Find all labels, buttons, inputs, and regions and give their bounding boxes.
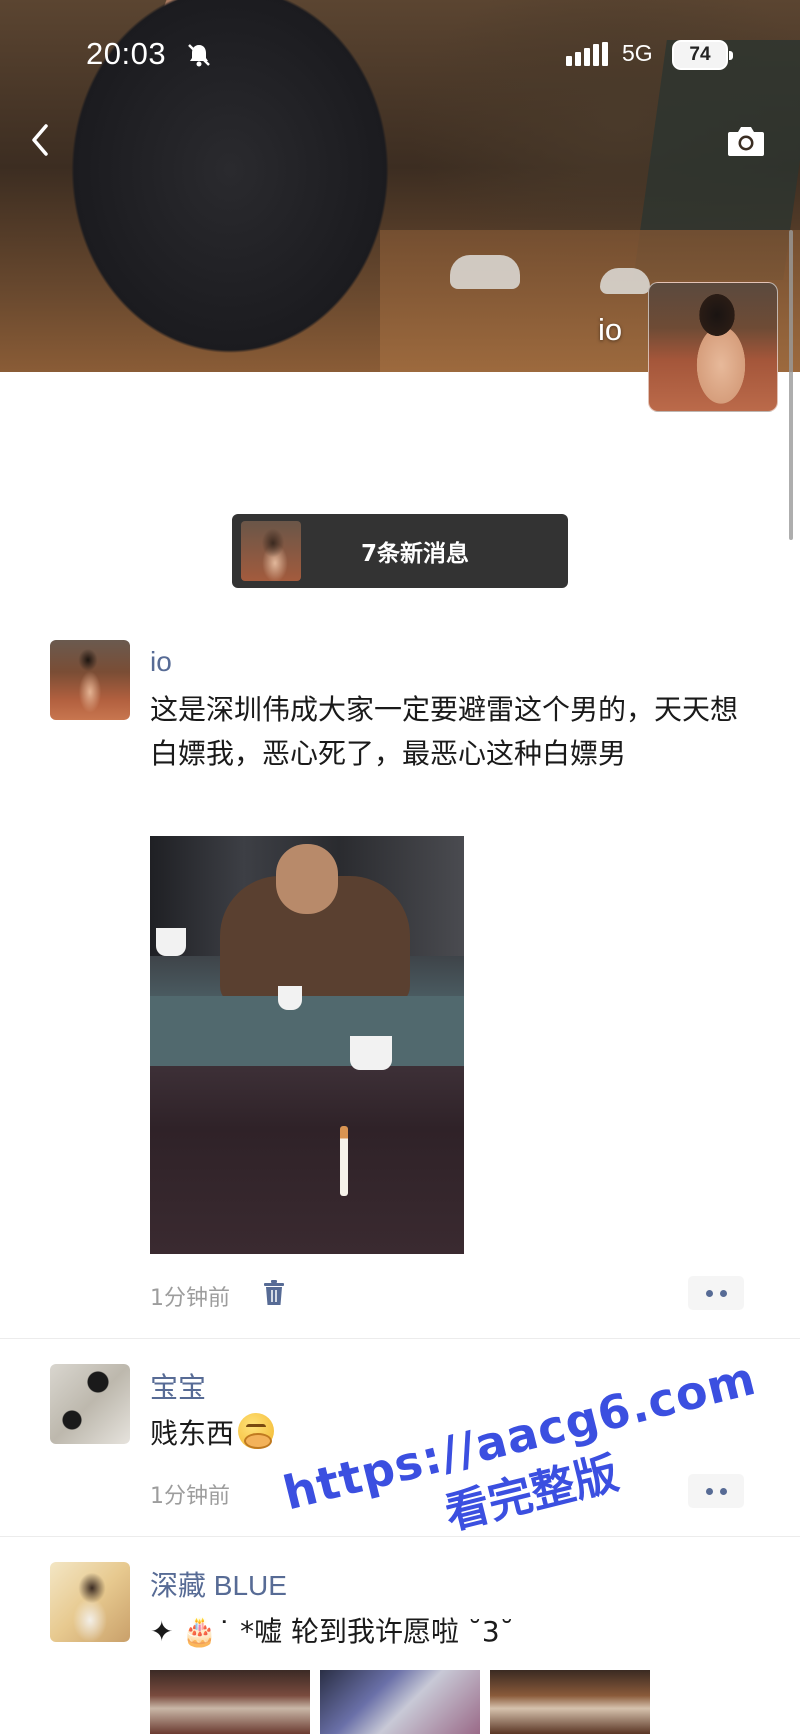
more-actions-button[interactable]	[688, 1276, 744, 1310]
post-avatar[interactable]	[50, 1562, 130, 1642]
post-photo-thumbnail[interactable]	[490, 1670, 650, 1734]
photo-person-head	[276, 844, 338, 914]
new-messages-label: 7条新消息	[360, 541, 469, 567]
bell-off-icon	[188, 44, 210, 67]
post-text: 这是深圳伟成大家一定要避雷这个男的，天天想白嫖我，恶心死了，最恶心这种白嫖男	[150, 693, 739, 770]
profile-avatar[interactable]	[648, 282, 778, 412]
photo-cup	[278, 986, 302, 1010]
post-text-body: 贱东西	[150, 1417, 235, 1450]
photo-cup	[350, 1036, 392, 1070]
post-time: 1分钟前	[150, 1484, 230, 1509]
camera-icon[interactable]	[726, 124, 766, 158]
signal-strength-icon	[566, 42, 608, 66]
dot-icon	[719, 1289, 727, 1297]
dot-icon	[705, 1289, 713, 1297]
photo-table	[150, 996, 464, 1066]
post-author[interactable]: 深藏 BLUE	[150, 1564, 287, 1604]
battery-indicator: 74	[672, 40, 733, 70]
post-avatar[interactable]	[50, 640, 130, 720]
post-text: 贱东西	[150, 1412, 760, 1456]
status-bar: 20:03 5G 74	[0, 0, 800, 110]
dot-icon	[705, 1487, 713, 1495]
post-time: 1分钟前	[150, 1286, 230, 1311]
trash-icon[interactable]	[262, 1280, 286, 1306]
photo-cigarette	[340, 1126, 348, 1196]
cover-shoe	[450, 255, 520, 289]
post-photo-thumbnail[interactable]	[320, 1670, 480, 1734]
watermark: https://aacg6.com 看完整版	[278, 1351, 771, 1579]
status-time: 20:03	[86, 36, 167, 71]
post-avatar[interactable]	[50, 1364, 130, 1444]
post-author[interactable]: 宝宝	[150, 1366, 206, 1406]
dot-icon	[719, 1487, 727, 1495]
post-text: ✦ 🎂˙ *嘘 轮到我许愿啦 ˘3˘	[150, 1615, 514, 1648]
post-author[interactable]: io	[150, 646, 172, 678]
smirk-emoji-icon	[238, 1413, 275, 1449]
post-divider	[0, 1536, 800, 1537]
network-type: 5G	[622, 40, 653, 66]
new-messages-button[interactable]: 7条新消息	[232, 514, 568, 588]
cover-shoe	[600, 268, 650, 294]
photo-cup	[156, 928, 186, 956]
more-actions-button[interactable]	[688, 1474, 744, 1508]
post-photo[interactable]	[150, 836, 464, 1254]
post-divider	[0, 1338, 800, 1339]
post-photo-thumbnail[interactable]	[150, 1670, 310, 1734]
scrollbar[interactable]	[789, 230, 793, 540]
profile-name: io	[598, 312, 623, 347]
chevron-left-icon[interactable]	[26, 120, 56, 160]
